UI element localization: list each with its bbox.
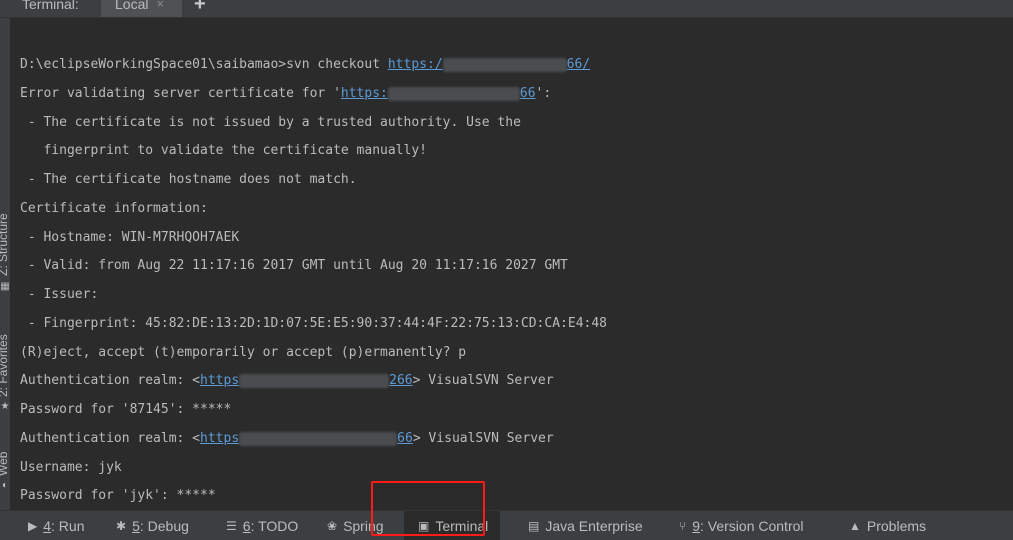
bottom-tool-bar: ▶ 4: Run ✱ 5: Debug ☰ 6: TODO ❀ Spring ▣… [0, 510, 1013, 540]
structure-icon: ▦ [0, 281, 10, 292]
realm-url-link[interactable]: https 66 [200, 431, 413, 446]
run-tool-button[interactable]: ▶ 4: Run [28, 516, 85, 536]
terminal-line: Authentication realm: <https 266> VisualS… [20, 373, 554, 388]
branch-icon: ⑂ [679, 519, 687, 533]
structure-tool-button[interactable]: Z: Structure [0, 198, 14, 276]
list-icon: ☰ [226, 519, 237, 533]
tab-local[interactable]: Local × [101, 0, 182, 17]
terminal-line: - The certificate hostname does not matc… [20, 172, 357, 187]
terminal-line: fingerprint to validate the certificate … [20, 143, 427, 158]
annotation-highlight-box [371, 481, 485, 536]
add-tab-icon[interactable]: + [194, 0, 206, 16]
repo-url-link[interactable]: https:/66/ [388, 57, 590, 72]
java-enterprise-tool-button[interactable]: ▤ Java Enterprise [528, 516, 643, 536]
realm-url-link[interactable]: https 266 [200, 373, 413, 388]
terminal-line: Username: jyk [20, 460, 122, 475]
version-control-tool-button[interactable]: ⑂ 9: Version Control [679, 516, 804, 536]
terminal-line: Password for 'jyk': ***** [20, 488, 216, 503]
terminal-line: D:\eclipseWorkingSpace01\saibamao>svn ch… [20, 57, 591, 72]
terminal-line: - Valid: from Aug 22 11:17:16 2017 GMT u… [20, 258, 568, 273]
terminal-line: - Fingerprint: 45:82:DE:13:2D:1D:07:5E:E… [20, 316, 607, 331]
problems-tool-button[interactable]: ▲ Problems [849, 516, 926, 536]
terminal-line: - The certificate is not issued by a tru… [20, 115, 521, 130]
terminal-line: Password for '87145': ***** [20, 402, 232, 417]
tab-local-label: Local [115, 0, 149, 12]
favorites-tool-button[interactable]: 2: Favorites [0, 323, 14, 397]
star-icon: ★ [0, 401, 10, 412]
java-enterprise-icon: ▤ [528, 519, 540, 533]
cert-url-link[interactable]: https: 66 [341, 86, 536, 101]
terminal-line: - Hostname: WIN-M7RHQOH7AEK [20, 230, 240, 245]
terminal-line: Error validating server certificate for … [20, 86, 552, 101]
terminal-line: - Issuer: [20, 287, 99, 302]
web-tool-button[interactable]: Web [0, 444, 14, 476]
terminal-title: Terminal: [22, 0, 79, 12]
bug-icon: ✱ [116, 519, 127, 533]
close-icon[interactable]: × [156, 0, 164, 11]
web-icon: ◐ [1, 480, 9, 491]
terminal-line: Authentication realm: <https 66> VisualSV… [20, 431, 554, 446]
terminal-tab-bar: Terminal: Local × + [0, 0, 1013, 18]
terminal-line: (R)eject, accept (t)emporarily or accept… [20, 345, 467, 360]
run-icon: ▶ [28, 519, 38, 533]
spring-icon: ❀ [327, 519, 338, 533]
warning-icon: ▲ [849, 519, 861, 533]
debug-tool-button[interactable]: ✱ 5: Debug [116, 516, 189, 536]
todo-tool-button[interactable]: ☰ 6: TODO [226, 516, 298, 536]
terminal-line: Certificate information: [20, 201, 208, 216]
